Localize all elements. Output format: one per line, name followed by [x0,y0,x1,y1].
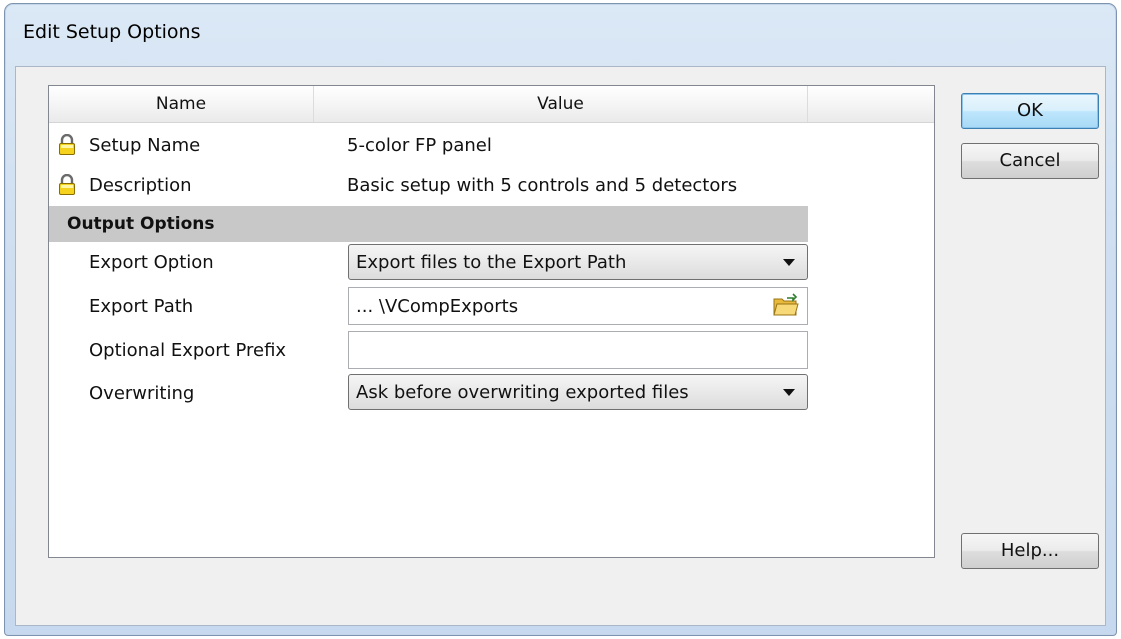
export-path-value: ... \VCompExports [356,296,519,317]
export-prefix-label: Optional Export Prefix [89,340,287,361]
section-title: Output Options [67,214,215,234]
title-bar[interactable]: Edit Setup Options [5,4,1116,62]
grid-header: Name Value [49,86,934,123]
export-path-label: Export Path [89,296,194,317]
chevron-down-icon [783,389,795,396]
help-button[interactable]: Help... [961,533,1099,569]
row-value: 5-color FP panel [347,135,492,156]
section-output-options: Output Options [49,206,808,242]
overwriting-label: Overwriting [89,383,195,404]
column-header-value[interactable]: Value [314,86,808,122]
export-option-dropdown[interactable]: Export files to the Export Path [348,244,808,280]
overwriting-dropdown[interactable]: Ask before overwriting exported files [348,374,808,410]
export-option-value: Export files to the Export Path [356,252,627,273]
dialog-body: Name Value Setup Name 5-color FP panel D… [15,66,1106,626]
row-value: Basic setup with 5 controls and 5 detect… [347,175,738,196]
row-name: Setup Name [89,135,201,156]
row-name: Description [89,175,192,196]
property-grid: Name Value Setup Name 5-color FP panel D… [48,85,935,558]
lock-icon [59,174,75,195]
ok-button[interactable]: OK [961,93,1099,129]
cancel-button[interactable]: Cancel [961,143,1099,179]
grid-row-setup-name[interactable]: Setup Name 5-color FP panel [49,126,934,166]
export-option-label: Export Option [89,252,214,273]
column-header-name[interactable]: Name [49,86,314,122]
export-prefix-input[interactable] [348,331,808,369]
dialog-window: Edit Setup Options Name Value Setup Name… [4,3,1117,636]
grid-row-description[interactable]: Description Basic setup with 5 controls … [49,166,934,206]
folder-open-icon[interactable] [773,293,799,317]
overwriting-value: Ask before overwriting exported files [356,382,689,403]
export-path-field[interactable]: ... \VCompExports [348,287,808,325]
lock-icon [59,134,75,155]
chevron-down-icon [783,259,795,266]
window-title: Edit Setup Options [23,21,201,43]
